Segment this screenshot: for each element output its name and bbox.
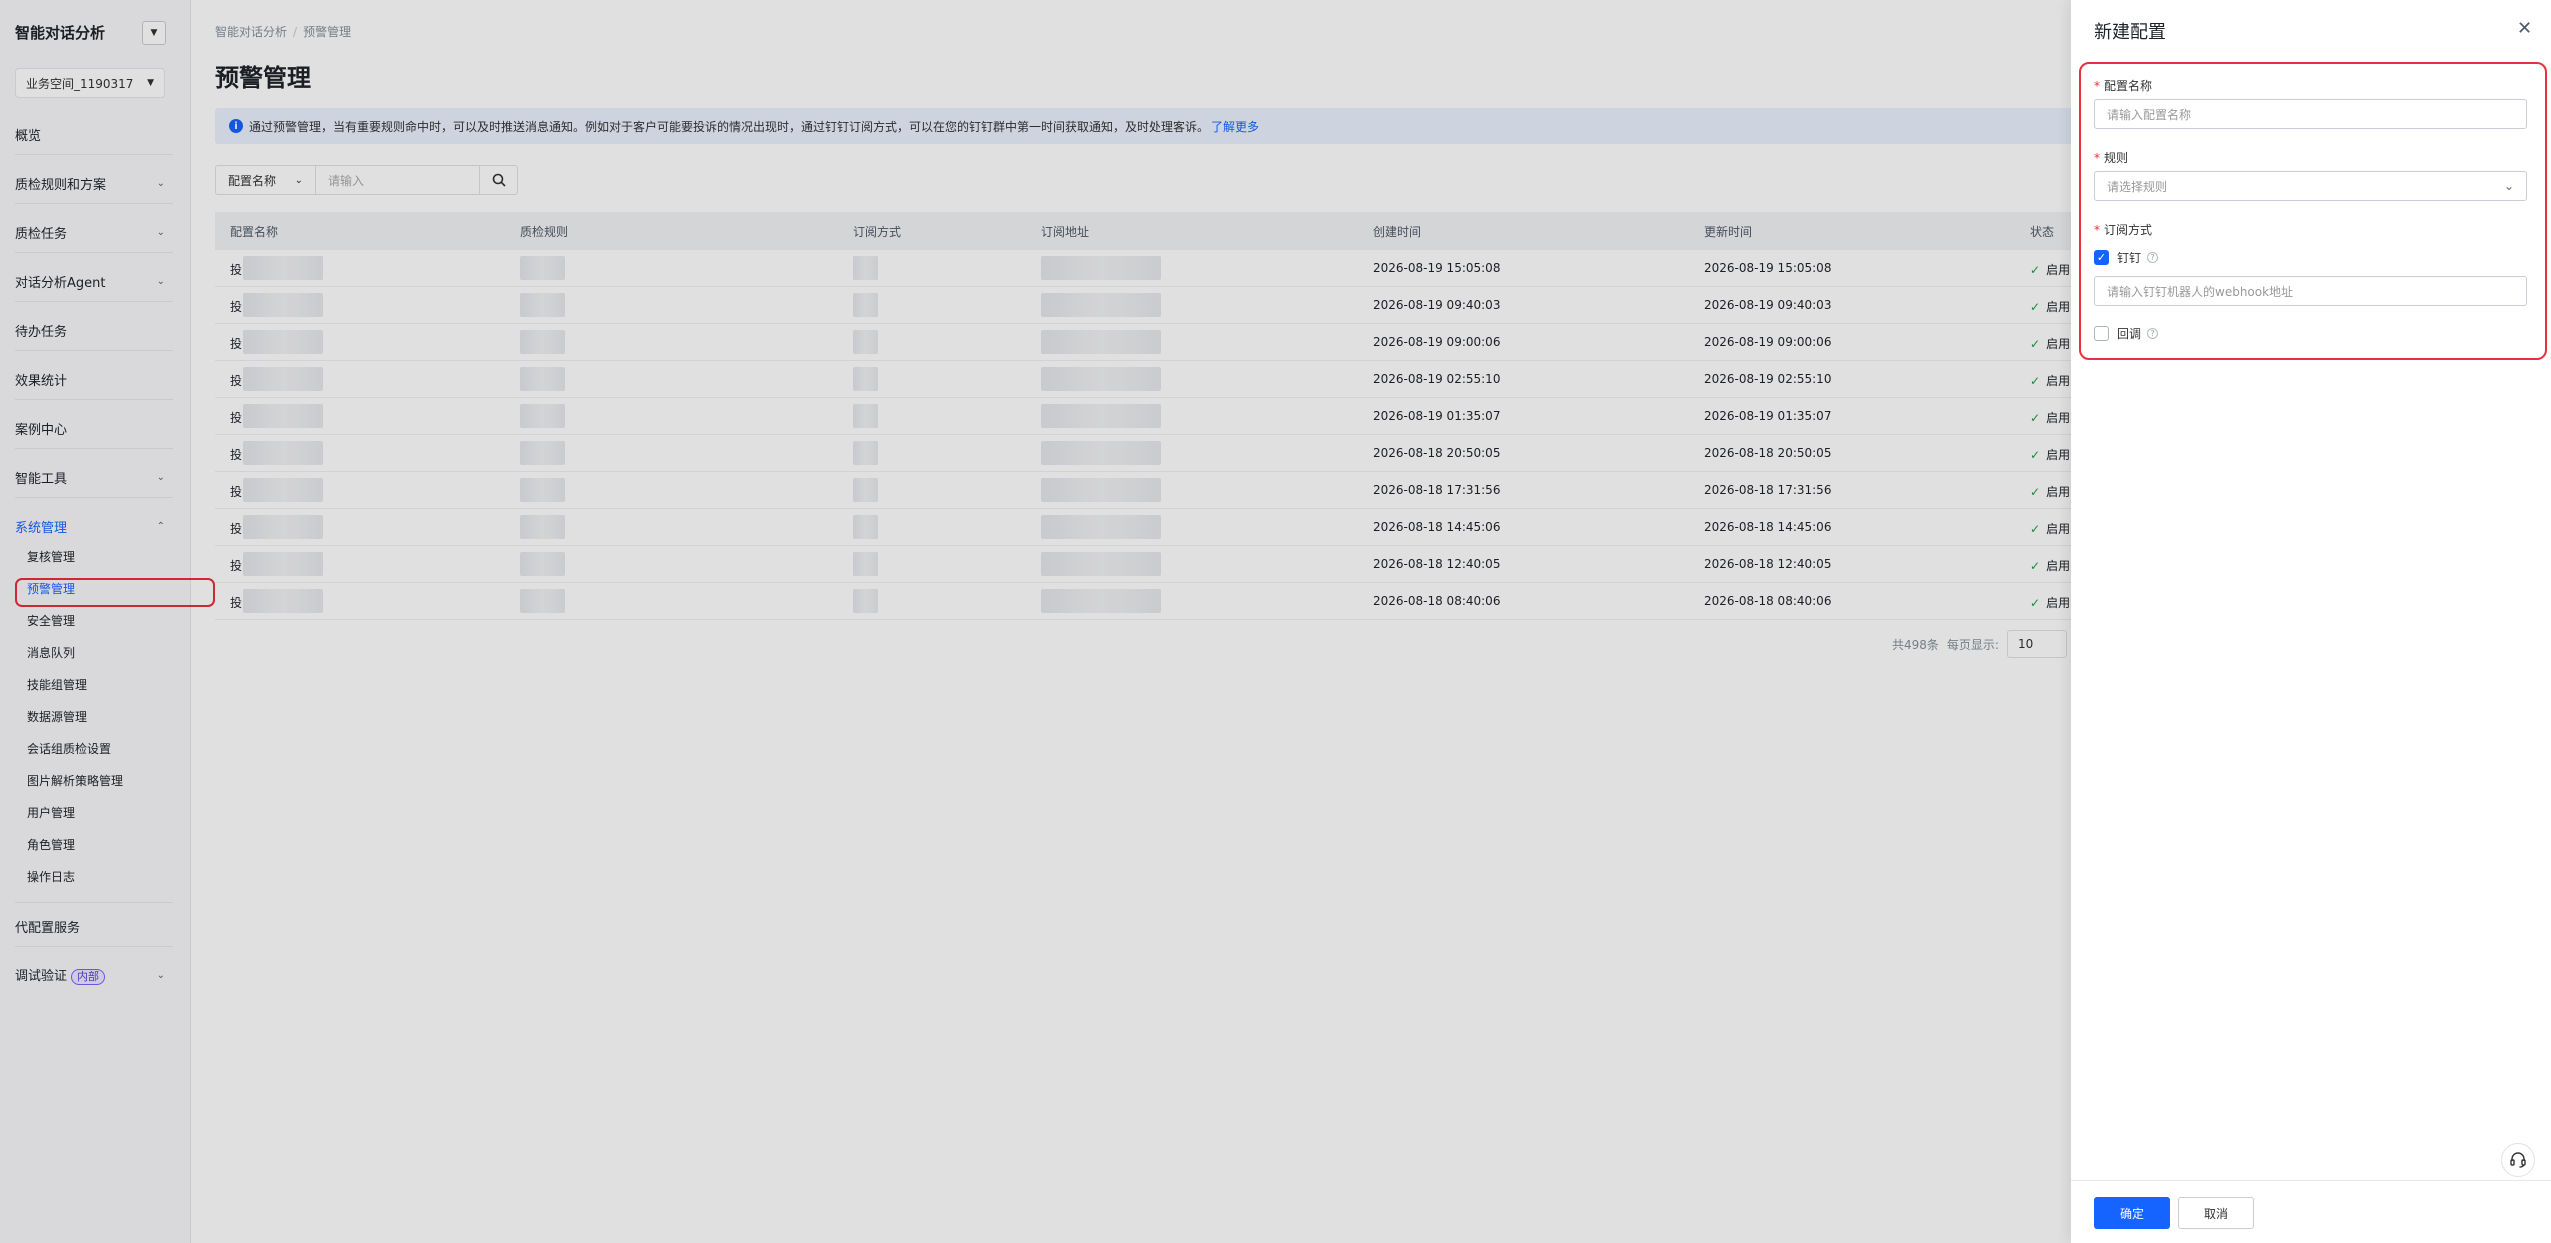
dingtalk-checkbox[interactable]: ✓ [2094, 250, 2109, 265]
config-name-input[interactable]: 请输入配置名称 [2094, 99, 2527, 129]
divider [2071, 1180, 2551, 1181]
confirm-button[interactable]: 确定 [2094, 1197, 2170, 1229]
rule-placeholder: 请选择规则 [2107, 179, 2168, 194]
callback-checkbox-row[interactable]: 回调 ? [2094, 325, 2159, 342]
callback-checkbox[interactable] [2094, 326, 2109, 341]
headset-icon [2510, 1152, 2526, 1168]
chevron-down-icon: ⌄ [2503, 179, 2514, 193]
close-icon[interactable]: ✕ [2517, 18, 2532, 39]
help-icon[interactable]: ? [2147, 328, 2159, 339]
new-config-drawer: 新建配置 ✕ * 配置名称 请输入配置名称 * 规则 请选择规则 ⌄ * 订阅方式 ✓ … [2071, 0, 2551, 1243]
webhook-input[interactable]: 请输入钉钉机器人的webhook地址 [2094, 276, 2527, 306]
subscribe-label: * 订阅方式 [2094, 223, 2153, 237]
help-icon[interactable]: ? [2147, 252, 2159, 263]
dingtalk-label: 钉钉 [2117, 251, 2142, 265]
name-label: * 配置名称 [2094, 79, 2153, 93]
rule-select[interactable]: 请选择规则 ⌄ [2094, 171, 2527, 201]
modal-mask[interactable] [0, 0, 2071, 1243]
rule-label: * 规则 [2094, 151, 2129, 165]
callback-label: 回调 [2117, 327, 2142, 341]
customer-support-button[interactable] [2501, 1143, 2535, 1177]
dingtalk-checkbox-row[interactable]: ✓ 钉钉 ? [2094, 249, 2159, 266]
drawer-title: 新建配置 [2094, 22, 2166, 43]
cancel-button[interactable]: 取消 [2178, 1197, 2254, 1229]
